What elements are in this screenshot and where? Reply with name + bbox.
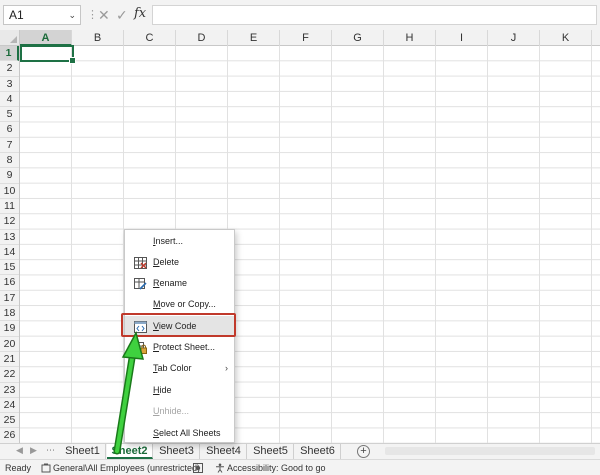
row-header-19[interactable]: 19 — [0, 321, 19, 337]
column-header-h[interactable]: H — [384, 30, 436, 46]
delete-sheet-icon — [134, 256, 147, 269]
select-all-corner[interactable] — [0, 30, 20, 46]
cancel-icon[interactable]: ✕ — [98, 6, 110, 24]
enter-icon[interactable]: ✓ — [116, 6, 128, 24]
menu-item-label: nhide... — [159, 406, 190, 416]
status-ready: Ready — [5, 463, 32, 473]
row-header-17[interactable]: 17 — [0, 291, 19, 307]
menu-item-label: ide — [159, 385, 172, 395]
formula-bar: A1 ⌄ ⋮ ✕ ✓ fx — [0, 0, 600, 30]
accessibility-icon[interactable] — [215, 460, 225, 475]
menu-item-label: ename — [159, 278, 188, 288]
sheet-tabs-bar: ◀ ▶ ⋯ Sheet1 Sheet2 Sheet3 Sheet4 Sheet5… — [0, 443, 600, 459]
row-header-1[interactable]: 1 — [0, 46, 19, 62]
row-header-11[interactable]: 11 — [0, 199, 19, 215]
column-headers: ABCDEFGHIJK — [20, 30, 600, 46]
chevron-right-icon: › — [225, 363, 228, 373]
horizontal-scrollbar[interactable] — [385, 447, 595, 455]
row-header-5[interactable]: 5 — [0, 107, 19, 123]
menu-item-label: M — [153, 299, 161, 309]
sheet-tab-sheet2[interactable]: Sheet2 — [107, 444, 153, 459]
menu-item-label: rotect Sheet... — [159, 342, 216, 352]
row-header-4[interactable]: 4 — [0, 92, 19, 108]
row-header-10[interactable]: 10 — [0, 184, 19, 199]
worksheet-grid: ABCDEFGHIJK 1 2 3 4 5 6 7 8 9 10 11 12 13 14 15 16 17 18 1… — [0, 30, 600, 444]
chevron-down-icon[interactable]: ⌄ — [68, 6, 76, 24]
row-header-18[interactable]: 18 — [0, 306, 19, 322]
menu-item-label: elete — [159, 257, 180, 267]
row-header-24[interactable]: 24 — [0, 398, 19, 414]
column-header-e[interactable]: E — [228, 30, 280, 46]
menu-item-label: ove or Copy... — [160, 299, 216, 309]
menu-item-insert[interactable]: Insert... — [125, 231, 234, 251]
next-sheet-icon[interactable]: ▶ — [30, 445, 37, 456]
row-header-22[interactable]: 22 — [0, 367, 19, 383]
menu-item-label: elect All Sheets — [159, 428, 221, 438]
menu-item-tab-color[interactable]: Tab Color › — [125, 358, 234, 378]
row-header-25[interactable]: 25 — [0, 413, 19, 429]
column-header-k[interactable]: K — [540, 30, 592, 46]
sheet-tab-sheet6[interactable]: Sheet6 — [295, 444, 341, 459]
column-header-i[interactable]: I — [436, 30, 488, 46]
row-header-23[interactable]: 23 — [0, 383, 19, 398]
menu-item-label: ab Color — [157, 363, 192, 373]
menu-item-delete[interactable]: Delete — [125, 252, 234, 272]
menu-item-move-or-copy[interactable]: Move or Copy... — [125, 294, 234, 314]
status-bar: Ready General\All Employees (unrestricte… — [0, 459, 600, 475]
row-header-12[interactable]: 12 — [0, 214, 19, 230]
sheet-tab-sheet3[interactable]: Sheet3 — [154, 444, 200, 459]
column-header-g[interactable]: G — [332, 30, 384, 46]
row-header-14[interactable]: 14 — [0, 245, 19, 261]
column-header-d[interactable]: D — [176, 30, 228, 46]
column-header-j[interactable]: J — [488, 30, 540, 46]
row-header-16[interactable]: 16 — [0, 275, 19, 291]
row-header-13[interactable]: 13 — [0, 230, 19, 245]
menu-item-hide[interactable]: Hide — [125, 380, 234, 400]
menu-item-protect-sheet[interactable]: Protect Sheet... — [125, 337, 234, 357]
sensitivity-icon[interactable] — [41, 460, 51, 475]
sheet-tab-sheet4[interactable]: Sheet4 — [201, 444, 247, 459]
row-header-8[interactable]: 8 — [0, 153, 19, 169]
more-sheets-icon[interactable]: ⋯ — [46, 445, 55, 456]
prev-sheet-icon[interactable]: ◀ — [16, 445, 23, 456]
menu-item-unhide: Unhide... — [125, 401, 234, 421]
row-header-2[interactable]: 2 — [0, 61, 19, 77]
column-header-b[interactable]: B — [72, 30, 124, 46]
row-header-7[interactable]: 7 — [0, 138, 19, 154]
macro-record-icon[interactable] — [193, 460, 203, 475]
menu-item-select-all-sheets[interactable]: Select All Sheets — [125, 423, 234, 443]
drag-handle-icon[interactable]: ⋮ — [87, 8, 98, 21]
view-code-highlight-box — [121, 313, 236, 337]
sheet-tab-sheet5[interactable]: Sheet5 — [248, 444, 294, 459]
formula-input[interactable] — [152, 5, 597, 25]
column-header-f[interactable]: F — [280, 30, 332, 46]
active-cell-a1[interactable] — [20, 45, 76, 64]
sheet-tab-sheet1[interactable]: Sheet1 — [60, 444, 106, 459]
rename-sheet-icon — [134, 277, 147, 290]
sensitivity-label[interactable]: General\All Employees (unrestricted) — [53, 460, 200, 475]
accessibility-status[interactable]: Accessibility: Good to go — [227, 460, 326, 475]
column-header-c[interactable]: C — [124, 30, 176, 46]
menu-item-rename[interactable]: Rename — [125, 273, 234, 293]
protect-sheet-icon — [134, 341, 147, 354]
row-header-26[interactable]: 26 — [0, 428, 19, 444]
add-sheet-button[interactable]: + — [357, 445, 370, 458]
row-header-6[interactable]: 6 — [0, 122, 19, 138]
row-header-15[interactable]: 15 — [0, 260, 19, 276]
row-header-9[interactable]: 9 — [0, 168, 19, 184]
name-box[interactable]: A1 ⌄ — [3, 5, 81, 25]
row-header-21[interactable]: 21 — [0, 352, 19, 368]
cell-area[interactable] — [20, 46, 600, 443]
column-header-a[interactable]: A — [20, 30, 72, 46]
row-header-20[interactable]: 20 — [0, 337, 19, 352]
row-headers: 1 2 3 4 5 6 7 8 9 10 11 12 13 14 15 16 17 18 19 20 21 22 23 24 2… — [0, 46, 20, 444]
row-header-3[interactable]: 3 — [0, 77, 19, 92]
menu-item-label: nsert... — [155, 236, 184, 246]
name-box-value: A1 — [9, 8, 24, 22]
insert-function-icon[interactable]: fx — [134, 6, 146, 21]
